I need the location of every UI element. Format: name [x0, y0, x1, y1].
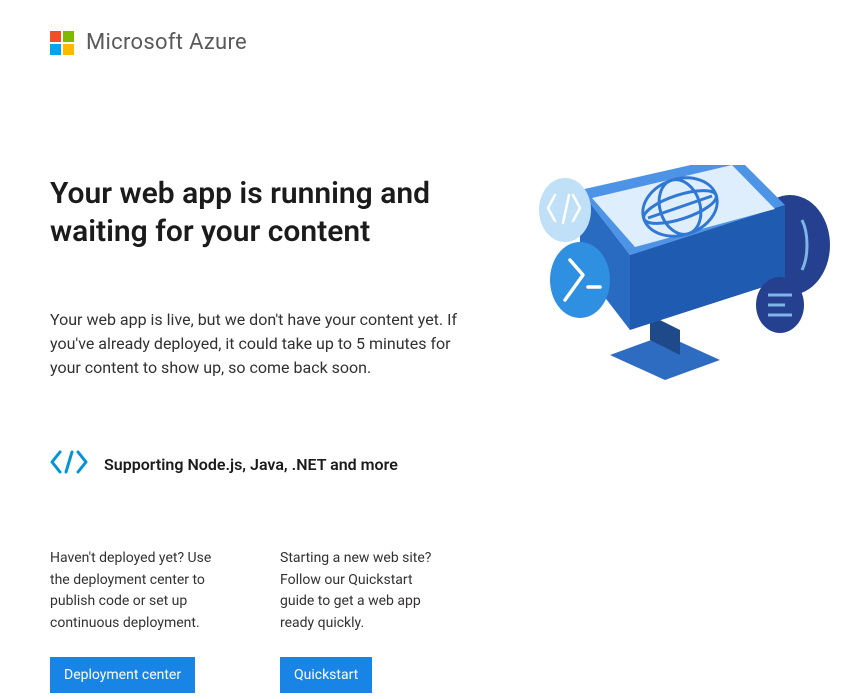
- lead-paragraph: Your web app is live, but we don't have …: [50, 308, 470, 380]
- code-brackets-icon: [50, 450, 88, 478]
- microsoft-logo-icon: [50, 31, 74, 55]
- quickstart-text: Starting a new web site? Follow our Quic…: [280, 548, 450, 635]
- quickstart-column: Starting a new web site? Follow our Quic…: [280, 548, 450, 693]
- actions-row: Haven't deployed yet? Use the deployment…: [50, 548, 480, 693]
- main-content: Your web app is running and waiting for …: [50, 175, 814, 693]
- deploy-column: Haven't deployed yet? Use the deployment…: [50, 548, 220, 693]
- hero-illustration: [520, 165, 840, 693]
- left-column: Your web app is running and waiting for …: [50, 175, 480, 693]
- page-title: Your web app is running and waiting for …: [50, 175, 480, 250]
- monitor-globe-icon: [520, 165, 840, 385]
- supporting-label: Supporting Node.js, Java, .NET and more: [104, 455, 398, 474]
- page-header: Microsoft Azure: [50, 30, 814, 55]
- brand-label: Microsoft Azure: [86, 30, 247, 55]
- quickstart-button[interactable]: Quickstart: [280, 657, 372, 693]
- supporting-row: Supporting Node.js, Java, .NET and more: [50, 450, 480, 478]
- deploy-text: Haven't deployed yet? Use the deployment…: [50, 548, 220, 635]
- deployment-center-button[interactable]: Deployment center: [50, 657, 195, 693]
